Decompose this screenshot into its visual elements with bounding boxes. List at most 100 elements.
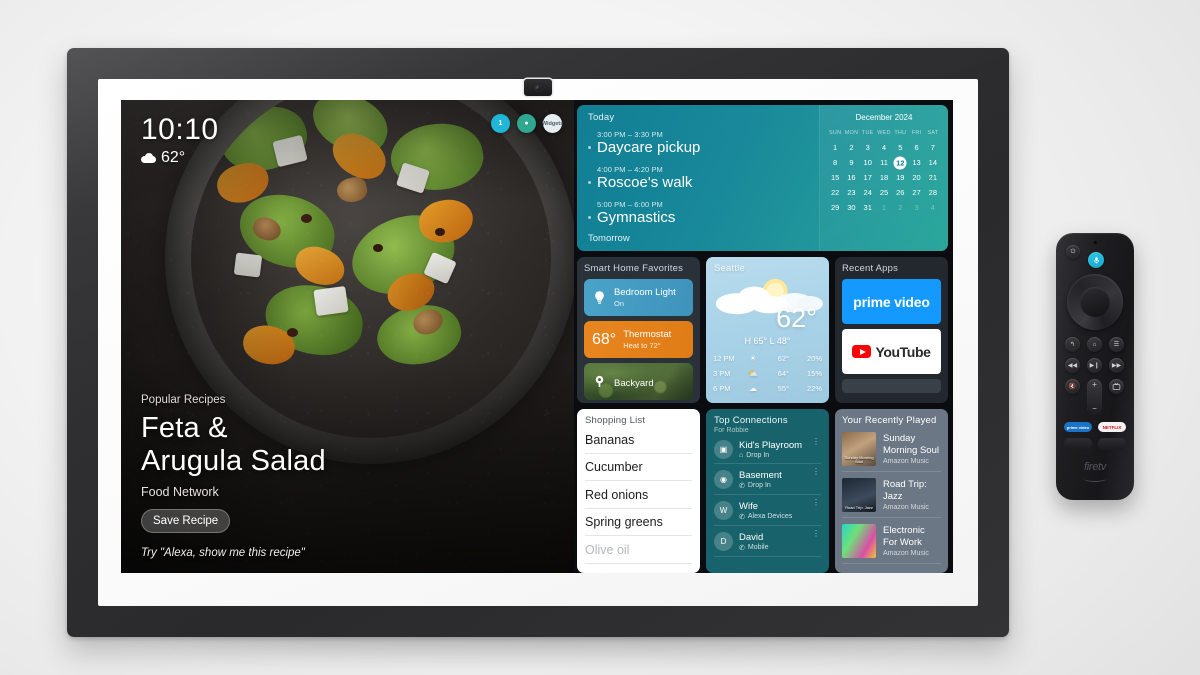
netflix-button[interactable]: NETFLIX [1098, 422, 1126, 432]
track-title-line2: Morning Soul [883, 444, 939, 456]
connection-more-icon[interactable]: ⋮ [812, 530, 820, 538]
calendar-day[interactable]: 2 [892, 201, 908, 215]
app-tile-partial[interactable] [842, 379, 941, 393]
calendar-day[interactable]: 1 [827, 141, 843, 155]
shopping-list-item[interactable]: Bananas [585, 426, 692, 454]
calendar-day[interactable]: 6 [908, 141, 924, 155]
agenda-event[interactable]: 5:00 PM – 6:00 PM Gymnastics [588, 200, 809, 228]
shopping-list-item[interactable]: Red onions [585, 481, 692, 509]
calendar-day[interactable]: 25 [876, 186, 892, 200]
top-connections-card[interactable]: Top Connections For Robbie ▣ Kid's Playro… [706, 409, 829, 573]
agenda-event[interactable]: 4:00 PM – 4:20 PM Roscoe's walk [588, 165, 809, 193]
connection-row[interactable]: ◉ Basement ✆ Drop In ⋮ [714, 464, 821, 495]
calendar-day[interactable]: 2 [843, 141, 859, 155]
calendar-day[interactable]: 24 [860, 186, 876, 200]
calendar-day[interactable]: 29 [827, 201, 843, 215]
smart-home-card[interactable]: Smart Home Favorites Bedroom Light On 68… [577, 257, 700, 403]
shopping-list-item[interactable]: Olive oil [585, 536, 692, 564]
recently-played-card[interactable]: Your Recently Played Sunday Morning Soul… [835, 409, 948, 573]
profile-badge[interactable]: ● [517, 114, 536, 133]
calendar-day[interactable]: 23 [843, 186, 859, 200]
today-calendar-card[interactable]: Today 3:00 PM – 3:30 PM Daycare pickup 4:0… [577, 105, 948, 251]
volume-rocker[interactable]: + − [1087, 379, 1102, 415]
connection-row[interactable]: ▣ Kid's Playroom ⌂ Drop In ⋮ [714, 434, 821, 464]
menu-button[interactable]: ☰ [1109, 337, 1124, 352]
recipe-title-line2: Arugula Salad [141, 444, 326, 477]
recently-played-row[interactable]: Sunday Morning Soul Sunday Morning Soul Ama… [842, 426, 941, 472]
mute-button[interactable]: 🔇 [1065, 379, 1080, 394]
weather-card[interactable]: Seattle 62° H 65° L 48° 12 PM ☀ 62° 20% … [706, 257, 829, 403]
tv-button[interactable] [1109, 379, 1124, 394]
smart-home-tile-bedroom-light[interactable]: Bedroom Light On [584, 279, 693, 316]
calendar-day-today[interactable]: 12 [892, 156, 908, 170]
shopping-list-items[interactable]: Bananas Cucumber Red onions Spring greens Ol… [585, 426, 692, 564]
smart-home-tile-thermostat[interactable]: 68° Thermostat Heat to 72° [584, 321, 693, 358]
back-button[interactable]: ↰ [1065, 337, 1080, 352]
calendar-day[interactable]: 8 [827, 156, 843, 170]
connection-more-icon[interactable]: ⋮ [812, 468, 820, 476]
notification-badge[interactable]: 1 [491, 114, 510, 133]
voice-button[interactable] [1088, 252, 1104, 268]
fire-tv-remote[interactable]: ⏻ ↰ ⌂ ☰ ◀◀ ▶❙ ▶▶ 🔇 + − prime video NETFL… [1056, 233, 1134, 500]
calendar-day[interactable]: 3 [908, 201, 924, 215]
rewind-button[interactable]: ◀◀ [1065, 358, 1080, 373]
calendar-day[interactable]: 26 [892, 186, 908, 200]
connections-list[interactable]: ▣ Kid's Playroom ⌂ Drop In ⋮ ◉ Basement ✆ Drop I… [714, 434, 821, 557]
volume-up-button[interactable]: + [1092, 380, 1097, 389]
calendar-day[interactable]: 1 [876, 201, 892, 215]
connection-more-icon[interactable]: ⋮ [812, 438, 820, 446]
recently-played-list[interactable]: Sunday Morning Soul Sunday Morning Soul Ama… [842, 426, 941, 564]
prime-video-button[interactable]: prime video [1064, 422, 1092, 432]
calendar-day[interactable]: 10 [860, 156, 876, 170]
calendar-panel[interactable]: December 2024 SUN MON TUE WED THU FRI SAT 1 2 3 4 5… [819, 105, 948, 251]
fast-forward-button[interactable]: ▶▶ [1109, 358, 1124, 373]
calendar-day[interactable]: 28 [925, 186, 941, 200]
calendar-day[interactable]: 27 [908, 186, 924, 200]
calendar-day[interactable]: 14 [925, 156, 941, 170]
recent-apps-card[interactable]: Recent Apps prime video YouTube [835, 257, 948, 403]
calendar-day[interactable]: 18 [876, 171, 892, 185]
recipe-photo-card[interactable]: 10:10 62° 1 ● Widgets Popular Recipes Fe… [121, 100, 574, 573]
app-tile-youtube[interactable]: YouTube [842, 329, 941, 374]
app-shortcut-button-4[interactable] [1098, 438, 1126, 450]
agenda-event[interactable]: 3:00 PM – 3:30 PM Daycare pickup [588, 130, 809, 158]
play-pause-button[interactable]: ▶❙ [1087, 358, 1102, 373]
shopping-list-item[interactable]: Spring greens [585, 509, 692, 536]
app-shortcut-button-3[interactable] [1064, 438, 1092, 450]
calendar-day[interactable]: 9 [843, 156, 859, 170]
calendar-day[interactable]: 22 [827, 186, 843, 200]
home-button[interactable]: ⌂ [1087, 337, 1102, 352]
agenda-panel[interactable]: Today 3:00 PM – 3:30 PM Daycare pickup 4:0… [577, 105, 819, 251]
calendar-day[interactable]: 13 [908, 156, 924, 170]
widgets-badge[interactable]: Widgets [542, 114, 563, 133]
connection-row[interactable]: D David ✆ Mobile ⋮ [714, 526, 821, 557]
calendar-day[interactable]: 30 [843, 201, 859, 215]
recently-played-row[interactable]: Electronic For Work Amazon Music [842, 518, 941, 564]
save-recipe-button[interactable]: Save Recipe [141, 509, 231, 533]
calendar-day[interactable]: 15 [827, 171, 843, 185]
smart-home-tile-backyard-camera[interactable]: Backyard [584, 363, 693, 400]
calendar-day[interactable]: 21 [925, 171, 941, 185]
calendar-grid[interactable]: SUN MON TUE WED THU FRI SAT 1 2 3 4 5 6 7 8 9 10 11 12 13 14… [827, 126, 941, 215]
calendar-day[interactable]: 11 [876, 156, 892, 170]
recently-played-row[interactable]: Road Trip: Jazz Road Trip: Jazz Amazon Mus… [842, 472, 941, 518]
calendar-day[interactable]: 3 [860, 141, 876, 155]
calendar-day[interactable]: 17 [860, 171, 876, 185]
calendar-day[interactable]: 4 [925, 201, 941, 215]
dpad-navigation[interactable] [1067, 274, 1123, 330]
calendar-day[interactable]: 20 [908, 171, 924, 185]
connection-row[interactable]: W Wife ✆ Alexa Devices ⋮ [714, 495, 821, 526]
calendar-day[interactable]: 31 [860, 201, 876, 215]
app-tile-prime-video[interactable]: prime video [842, 279, 941, 324]
connection-more-icon[interactable]: ⋮ [812, 499, 820, 507]
calendar-day[interactable]: 7 [925, 141, 941, 155]
calendar-day[interactable]: 19 [892, 171, 908, 185]
volume-down-button[interactable]: − [1092, 404, 1097, 413]
calendar-day[interactable]: 16 [843, 171, 859, 185]
power-button[interactable]: ⏻ [1066, 245, 1080, 259]
shopping-list-card[interactable]: Shopping List Bananas Cucumber Red onions S… [577, 409, 700, 573]
calendar-day[interactable]: 5 [892, 141, 908, 155]
shopping-list-item[interactable]: Cucumber [585, 454, 692, 481]
calendar-day[interactable]: 4 [876, 141, 892, 155]
album-art-caption: Road Trip: Jazz [845, 505, 873, 511]
